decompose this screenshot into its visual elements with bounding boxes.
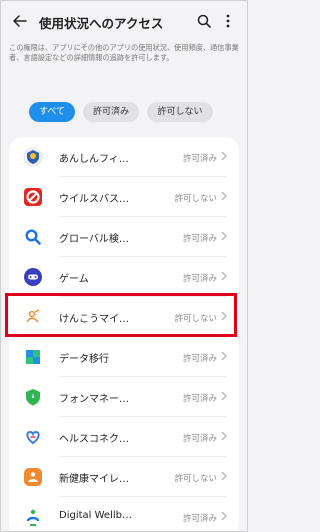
list-item[interactable]: けんこうマイ… 許可しない: [9, 297, 239, 337]
app-name: あんしんフィ…: [59, 154, 129, 165]
permission-description: この権限は、アプリにその他のアプリの使用状況、使用頻度、通信事業者、言語設定など…: [9, 43, 239, 63]
app-name: 新健康マイレ…: [59, 474, 129, 485]
list-item[interactable]: 新健康マイレ… 許可しない: [9, 457, 239, 497]
list-item[interactable]: ゲーム 許可済み: [9, 257, 239, 297]
permission-status: 許可済み: [182, 274, 217, 284]
search-icon[interactable]: [197, 14, 211, 28]
page-title: 使用状況へのアクセス: [39, 16, 164, 31]
app-bar: 使用状況へのアクセス: [1, 1, 247, 41]
list-item[interactable]: グローバル検… 許可済み: [9, 217, 239, 257]
permission-status: 許可しない: [174, 474, 217, 484]
permission-status: 許可済み: [182, 354, 217, 364]
permission-status: 許可済み: [182, 234, 217, 244]
permission-status: 許可済み: [182, 154, 217, 164]
app-name: データ移行: [59, 354, 109, 365]
chevron-right-icon: [221, 511, 227, 521]
list-item[interactable]: フォンマネー… 許可済み: [9, 377, 239, 417]
health-mileage-icon: [24, 308, 42, 326]
chevron-right-icon: [221, 151, 227, 161]
app-name: ヘルスコネク…: [59, 434, 129, 445]
chevron-right-icon: [221, 191, 227, 201]
more-vertical-icon[interactable]: [226, 14, 230, 28]
gamepad-icon: [24, 268, 42, 286]
app-name: ゲーム: [59, 274, 89, 285]
chevron-right-icon: [221, 431, 227, 441]
digital-wellbeing-icon: [26, 509, 40, 526]
list-item[interactable]: Digital Wellb… 許可済み: [9, 497, 239, 531]
list-item[interactable]: ヘルスコネク… 許可済み: [9, 417, 239, 457]
new-health-mileage-icon: [24, 468, 42, 486]
health-connect-icon: [26, 430, 40, 445]
filter-not-allowed-chip[interactable]: 許可しない: [147, 102, 213, 122]
filter-all-chip[interactable]: すべて: [29, 102, 75, 122]
filter-allowed-chip[interactable]: 許可済み: [83, 102, 139, 122]
chevron-right-icon: [221, 391, 227, 401]
app-name: ウイルスバス…: [59, 194, 129, 205]
permission-status: 許可済み: [182, 514, 217, 524]
permission-status: 許可しない: [174, 314, 217, 324]
shield-app-icon: [23, 147, 43, 167]
permission-status: 許可済み: [182, 394, 217, 404]
list-item[interactable]: データ移行 許可済み: [9, 337, 239, 377]
app-name: グローバル検…: [59, 234, 129, 245]
back-arrow-icon[interactable]: [13, 15, 27, 27]
list-item[interactable]: ウイルスバス… 許可しない: [9, 177, 239, 217]
chevron-right-icon: [221, 311, 227, 321]
chevron-right-icon: [221, 231, 227, 241]
app-name: Digital Wellb…: [59, 510, 132, 521]
chevron-right-icon: [221, 351, 227, 361]
list-item[interactable]: あんしんフィ… 許可済み: [9, 137, 239, 177]
phone-manager-icon: [26, 389, 40, 406]
permission-status: 許可済み: [182, 434, 217, 444]
phone-screen: 使用状況へのアクセス この権限は、アプリにその他のアプリの使用状況、使用頻度、通…: [0, 0, 248, 532]
chevron-right-icon: [221, 471, 227, 481]
virus-buster-icon: [24, 188, 42, 206]
app-list: あんしんフィ… 許可済み ウイルスバス… 許可しない グローバル検… 許可済み …: [9, 137, 239, 531]
search-app-icon: [25, 229, 41, 245]
app-name: けんこうマイ…: [59, 314, 129, 325]
data-transfer-icon: [26, 350, 40, 364]
app-name: フォンマネー…: [59, 394, 129, 405]
permission-status: 許可しない: [174, 194, 217, 204]
chevron-right-icon: [221, 271, 227, 281]
